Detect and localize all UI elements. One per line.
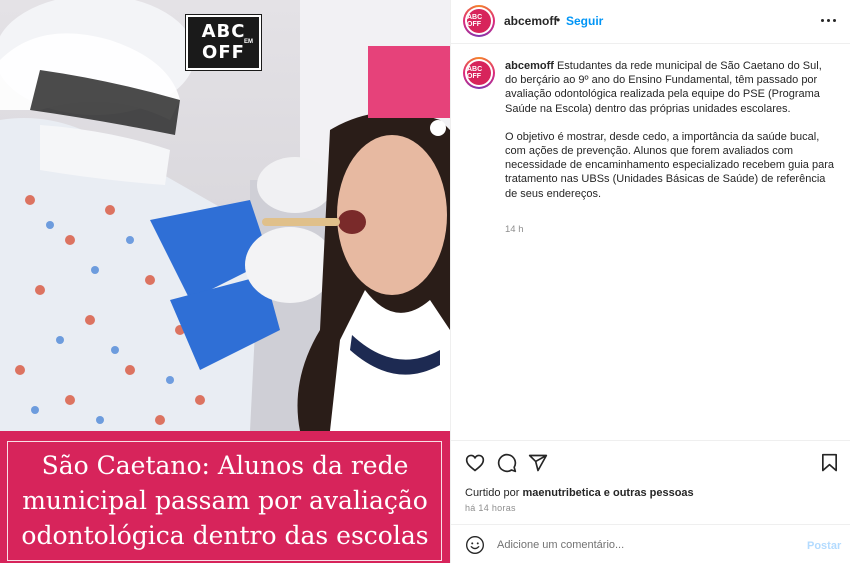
add-comment-bar: Postar [451,524,850,563]
caption-username[interactable]: abcemoff [505,60,554,72]
post-photo: ABC EM OFF [0,0,450,431]
caption-avatar-logo-text: ABC OFF [467,61,491,85]
username-link[interactable]: abcemoff [504,14,557,28]
abc-em-off-logo: ABC EM OFF [185,14,262,71]
bookmark-icon[interactable] [821,453,838,473]
more-options-icon[interactable] [818,10,840,30]
heart-icon[interactable] [465,453,485,472]
caption-paragraph-2: O objetivo é mostrar, desde cedo, a impo… [505,130,834,200]
comment-input[interactable] [497,536,797,554]
caption-timestamp[interactable]: 14 h [505,223,524,237]
post-comment-button[interactable]: Postar [807,540,841,552]
liked-by-prefix: Curtido por [465,487,520,499]
post-header: ABC OFF abcemoff • Seguir [451,0,850,44]
comment-icon[interactable] [497,453,517,473]
headline-text: São Caetano: Alunos da rede municipal pa… [21,451,429,550]
caption-section: ABC OFF abcemoff Estudantes da rede muni… [451,45,850,440]
liked-by-user-link[interactable]: maenutribetica [522,487,600,499]
separator-dot: • [556,13,561,27]
emoji-icon[interactable] [465,535,485,555]
profile-avatar[interactable]: ABC OFF [463,5,495,37]
logo-em-text: EM [244,39,253,45]
post-media[interactable]: ABC EM OFF São Caetano: Alunos da rede m… [0,0,450,563]
liked-by-text: Curtido por maenutribetica e outras pess… [465,487,694,499]
post-time-ago[interactable]: há 14 horas [465,503,516,513]
caption-avatar[interactable]: ABC OFF [463,57,495,89]
follow-button[interactable]: Seguir [566,14,603,28]
caption-body: abcemoff Estudantes da rede municipal de… [505,59,835,235]
liked-by-others-link[interactable]: e outras pessoas [604,487,694,499]
share-icon[interactable] [528,453,548,473]
background-pink-panel [368,46,450,118]
action-bar: Curtido por maenutribetica e outras pess… [451,440,850,524]
logo-bottom-text: OFF [202,42,245,63]
post-side-panel: ABC OFF abcemoff • Seguir ABC OFF abcemo… [450,0,850,563]
avatar-logo-text: ABC OFF [467,9,491,33]
